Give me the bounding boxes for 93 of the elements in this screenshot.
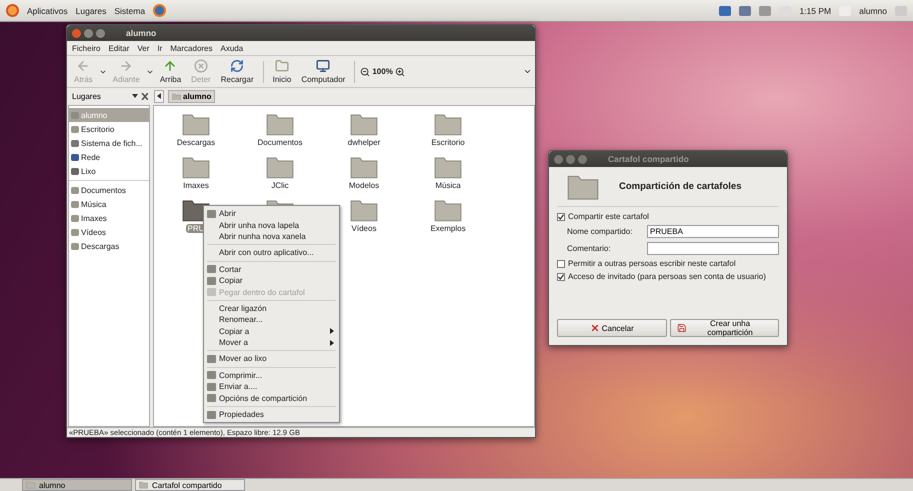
home-icon [274,59,289,73]
dropdown-close-icon[interactable] [132,93,148,100]
menu-item[interactable]: Ver [137,44,150,52]
field-label: Nome compartido: [567,227,634,236]
menu-entry[interactable]: Abrir [204,208,339,220]
toolbar-button[interactable]: Arriba [156,59,186,84]
menu-item[interactable]: Axuda [220,44,244,52]
panel-menu[interactable]: Lugares [76,6,106,16]
reload-icon [230,59,244,73]
maximize-button[interactable] [96,28,105,38]
file-name[interactable]: Música [433,180,463,190]
input-field[interactable]: PRUEBA [647,225,779,238]
path-button[interactable]: alumno [168,90,216,103]
path-back-button[interactable] [154,90,164,103]
menu-entry[interactable]: Mover a [204,336,339,348]
overflow-icon[interactable] [523,67,532,76]
menu-entry[interactable]: Abrir nunha nova xanela [204,230,339,242]
forward-icon [119,59,134,73]
file-name[interactable]: Descargas [174,138,218,147]
maximize-button[interactable] [578,154,587,164]
close-button[interactable] [72,28,81,38]
zoom-level: 100% [372,67,393,76]
menu-item[interactable]: Ficheiro [72,44,100,52]
menu-item[interactable]: Editar [108,44,130,52]
close-button[interactable] [554,154,563,164]
toolbar-button[interactable]: Recargar [216,59,258,84]
user-name[interactable]: alumno [859,6,887,16]
back-icon [76,59,90,73]
panel-menu[interactable]: Aplicativos [27,6,68,16]
menu-entry[interactable]: Abrir con outro aplicativo... [204,247,339,259]
stop-icon [194,59,208,73]
menu-entry[interactable]: Enviar a.... [204,381,339,392]
file-name[interactable]: Escritorio [429,138,467,147]
sidebar-item[interactable]: Lixo [69,164,149,178]
sidebar-item[interactable]: Escritorio [69,122,149,136]
toolbar-button[interactable]: Inicio [268,59,296,84]
sidebar-item[interactable]: Imaxes [69,211,149,225]
menu-entry[interactable]: Cortar [204,264,339,275]
computer-icon [316,59,330,73]
file-name[interactable]: dwhelper [346,138,382,147]
file-name[interactable]: Exemplos [428,224,468,233]
menu-entry[interactable]: Propiedades [204,408,339,420]
folder-icon [172,92,181,100]
panel-menu[interactable]: Sistema [114,6,146,16]
create-share-button[interactable]: Crear unha compartición [670,319,779,337]
up-icon [163,59,178,73]
zoom-out-icon[interactable] [360,66,370,76]
checkmark-icon [558,274,564,280]
file-name[interactable]: Imaxes [181,180,211,190]
window-title: alumno [126,28,156,38]
sidebar-item[interactable]: Rede [69,150,149,164]
file-name[interactable]: JClic [269,180,291,190]
dialog-heading: Compartición de cartafoles [619,181,742,192]
sidebar-item[interactable]: Documentos [69,183,149,197]
field-label: Comentario: [567,244,612,254]
taskbar-button[interactable]: Cartafol compartido [135,479,245,491]
menu-entry[interactable]: Crear ligazón [204,302,339,314]
menu-entry[interactable]: Comprimir... [204,370,339,382]
menu-entry[interactable]: Copiar a [204,326,339,337]
folder-icon [567,173,599,200]
menu-entry[interactable]: Mover ao lixo [204,353,339,365]
toolbar-button[interactable]: Computador [297,59,350,84]
window-title: Cartafol compartido [608,154,689,164]
clock[interactable]: 1:15 PM [799,6,832,16]
menu-entry[interactable]: Copiar [204,274,339,286]
input-field[interactable] [647,242,779,256]
folder-icon [26,481,35,489]
option-checkbox[interactable]: Permitir a outras persoas escribir neste cartafol [557,259,779,268]
minimize-button[interactable] [84,28,93,38]
cancel-button[interactable]: Cancelar [557,319,666,337]
folder-icon [139,481,148,489]
option-checkbox[interactable]: Acceso de invitado (para persoas sen conta de usuario) [557,272,779,282]
menu-entry[interactable]: Opcións de compartición [204,392,339,404]
sidebar-item[interactable]: Música [69,197,149,211]
menu-entry[interactable]: Renomear... [204,314,339,326]
left-triangle-icon [157,92,161,98]
menu-entry[interactable]: Abrir unha nova lapela [204,219,339,231]
sidebar-item[interactable]: Descargas [69,239,149,253]
minimize-button[interactable] [566,154,575,164]
sidebar-item[interactable]: Vídeos [69,225,149,239]
zoom-in-icon[interactable] [394,66,405,76]
file-name[interactable]: Vídeos [350,224,378,233]
checkmark-icon [558,214,564,220]
sidebar-item[interactable]: Sistema de fich... [69,136,149,150]
menu-item[interactable]: Ir [157,44,162,52]
file-name[interactable]: Documentos [256,138,304,147]
taskbar-button[interactable]: alumno [22,479,132,491]
file-name[interactable]: Modelos [346,180,382,190]
logo-icon[interactable] [6,4,19,17]
places-dropdown[interactable]: Lugares [70,92,150,101]
menu-item[interactable]: Marcadores [170,44,213,52]
share-checkbox[interactable]: Compartir este cartafol [557,212,779,222]
cancel-icon [590,323,600,333]
